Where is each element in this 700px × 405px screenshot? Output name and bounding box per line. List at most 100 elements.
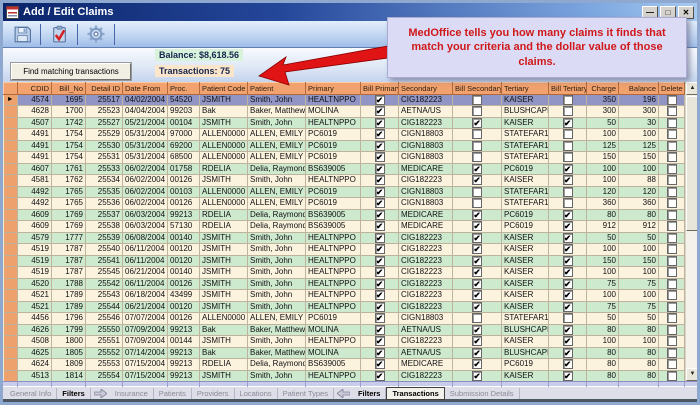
bill-tertiary-checkbox[interactable]: ✔ bbox=[563, 164, 573, 174]
bill-secondary-checkbox[interactable]: ✔ bbox=[472, 164, 482, 174]
tab-filters[interactable]: Filters bbox=[353, 388, 387, 399]
row-selector[interactable] bbox=[4, 221, 18, 233]
bill-secondary-checkbox[interactable] bbox=[472, 198, 482, 208]
column-header-tertiary[interactable]: Tertiary bbox=[502, 83, 549, 95]
row-selector[interactable] bbox=[4, 301, 18, 313]
bill-tertiary-checkbox[interactable] bbox=[563, 198, 573, 208]
column-header-patient-code[interactable]: Patient Code bbox=[200, 83, 248, 95]
bill-secondary-checkbox[interactable]: ✔ bbox=[472, 256, 482, 266]
column-header-secondary[interactable]: Secondary bbox=[399, 83, 453, 95]
bill-primary-checkbox[interactable]: ✔ bbox=[375, 336, 385, 346]
bill-tertiary-checkbox[interactable]: ✔ bbox=[563, 336, 573, 346]
delete-checkbox[interactable] bbox=[667, 152, 677, 162]
delete-checkbox[interactable] bbox=[667, 118, 677, 128]
row-selector[interactable] bbox=[4, 255, 18, 267]
bill-secondary-checkbox[interactable]: ✔ bbox=[472, 336, 482, 346]
bill-tertiary-checkbox[interactable]: ✔ bbox=[563, 175, 573, 185]
column-header-detail-id[interactable]: Detail ID bbox=[86, 83, 123, 95]
row-selector[interactable] bbox=[4, 336, 18, 348]
column-header-proc[interactable]: Proc. bbox=[168, 83, 200, 95]
bill-secondary-checkbox[interactable] bbox=[472, 141, 482, 151]
row-selector[interactable] bbox=[4, 324, 18, 336]
tab-providers[interactable]: Providers bbox=[192, 388, 235, 399]
bill-primary-checkbox[interactable]: ✔ bbox=[375, 302, 385, 312]
bill-primary-checkbox[interactable]: ✔ bbox=[375, 152, 385, 162]
bill-primary-checkbox[interactable]: ✔ bbox=[375, 371, 385, 381]
bill-tertiary-checkbox[interactable]: ✔ bbox=[563, 118, 573, 128]
tab-insurance[interactable]: Insurance bbox=[110, 388, 154, 399]
bill-secondary-checkbox[interactable]: ✔ bbox=[472, 233, 482, 243]
bill-tertiary-checkbox[interactable] bbox=[563, 95, 573, 105]
bill-primary-checkbox[interactable]: ✔ bbox=[375, 118, 385, 128]
delete-checkbox[interactable] bbox=[667, 267, 677, 277]
bill-secondary-checkbox[interactable]: ✔ bbox=[472, 371, 482, 381]
delete-checkbox[interactable] bbox=[667, 325, 677, 335]
delete-checkbox[interactable] bbox=[667, 336, 677, 346]
bill-primary-checkbox[interactable]: ✔ bbox=[375, 175, 385, 185]
delete-checkbox[interactable] bbox=[667, 221, 677, 231]
bill-tertiary-checkbox[interactable] bbox=[563, 152, 573, 162]
bill-secondary-checkbox[interactable]: ✔ bbox=[472, 267, 482, 277]
bill-primary-checkbox[interactable]: ✔ bbox=[375, 325, 385, 335]
row-selector[interactable] bbox=[4, 290, 18, 302]
bill-primary-checkbox[interactable]: ✔ bbox=[375, 267, 385, 277]
tab-general-info[interactable]: General Info bbox=[5, 388, 57, 399]
scrollbar-thumb[interactable] bbox=[686, 96, 699, 231]
bill-primary-checkbox[interactable]: ✔ bbox=[375, 95, 385, 105]
bill-tertiary-checkbox[interactable] bbox=[563, 106, 573, 116]
bill-secondary-checkbox[interactable]: ✔ bbox=[472, 302, 482, 312]
bill-tertiary-checkbox[interactable]: ✔ bbox=[563, 348, 573, 358]
scroll-down-button[interactable]: ▼ bbox=[686, 368, 699, 381]
column-header-balance[interactable]: Balance bbox=[619, 83, 659, 95]
bill-primary-checkbox[interactable]: ✔ bbox=[375, 164, 385, 174]
row-selector[interactable] bbox=[4, 209, 18, 221]
bill-primary-checkbox[interactable]: ✔ bbox=[375, 279, 385, 289]
delete-checkbox[interactable] bbox=[667, 359, 677, 369]
save-button[interactable] bbox=[8, 23, 36, 46]
row-selector[interactable] bbox=[4, 152, 18, 164]
tab-patient-types[interactable]: Patient Types bbox=[278, 388, 334, 399]
bill-secondary-checkbox[interactable] bbox=[472, 313, 482, 323]
column-header-bill-tertiary[interactable]: Bill Tertiary bbox=[549, 83, 587, 95]
validate-button[interactable] bbox=[45, 23, 73, 46]
row-selector[interactable] bbox=[4, 347, 18, 359]
row-selector[interactable] bbox=[4, 186, 18, 198]
current-row-indicator[interactable]: ► bbox=[4, 94, 18, 106]
column-header-cdid[interactable]: CDID bbox=[18, 83, 52, 95]
bill-primary-checkbox[interactable]: ✔ bbox=[375, 198, 385, 208]
delete-checkbox[interactable] bbox=[667, 141, 677, 151]
row-selector[interactable] bbox=[4, 129, 18, 141]
bill-tertiary-checkbox[interactable]: ✔ bbox=[563, 256, 573, 266]
row-selector[interactable] bbox=[4, 163, 18, 175]
scroll-up-button[interactable]: ▲ bbox=[686, 82, 699, 95]
tab-patients[interactable]: Patients bbox=[154, 388, 192, 399]
bill-primary-checkbox[interactable]: ✔ bbox=[375, 141, 385, 151]
row-selector[interactable] bbox=[4, 313, 18, 325]
bill-primary-checkbox[interactable]: ✔ bbox=[375, 210, 385, 220]
horizontal-scroll-strip[interactable] bbox=[3, 381, 697, 386]
delete-checkbox[interactable] bbox=[667, 302, 677, 312]
bill-secondary-checkbox[interactable] bbox=[472, 187, 482, 197]
bill-secondary-checkbox[interactable]: ✔ bbox=[472, 325, 482, 335]
bill-secondary-checkbox[interactable]: ✔ bbox=[472, 175, 482, 185]
delete-checkbox[interactable] bbox=[667, 129, 677, 139]
bill-primary-checkbox[interactable]: ✔ bbox=[375, 313, 385, 323]
bill-secondary-checkbox[interactable]: ✔ bbox=[472, 210, 482, 220]
tab-submission-details[interactable]: Submission Details bbox=[445, 388, 520, 399]
delete-checkbox[interactable] bbox=[667, 256, 677, 266]
bill-secondary-checkbox[interactable]: ✔ bbox=[472, 348, 482, 358]
bill-primary-checkbox[interactable]: ✔ bbox=[375, 129, 385, 139]
bill-primary-checkbox[interactable]: ✔ bbox=[375, 256, 385, 266]
bill-tertiary-checkbox[interactable]: ✔ bbox=[563, 233, 573, 243]
column-header-charge[interactable]: Charge bbox=[587, 83, 619, 95]
row-selector[interactable] bbox=[4, 278, 18, 290]
bill-primary-checkbox[interactable]: ✔ bbox=[375, 244, 385, 254]
bill-secondary-checkbox[interactable] bbox=[472, 106, 482, 116]
bill-secondary-checkbox[interactable]: ✔ bbox=[472, 244, 482, 254]
find-matching-transactions-button[interactable]: Find matching transactions bbox=[11, 63, 131, 80]
delete-checkbox[interactable] bbox=[667, 313, 677, 323]
bill-primary-checkbox[interactable]: ✔ bbox=[375, 106, 385, 116]
bill-tertiary-checkbox[interactable]: ✔ bbox=[563, 371, 573, 381]
vertical-scrollbar[interactable]: ▲ ▼ bbox=[685, 82, 697, 381]
tab-filters[interactable]: Filters bbox=[57, 388, 91, 399]
